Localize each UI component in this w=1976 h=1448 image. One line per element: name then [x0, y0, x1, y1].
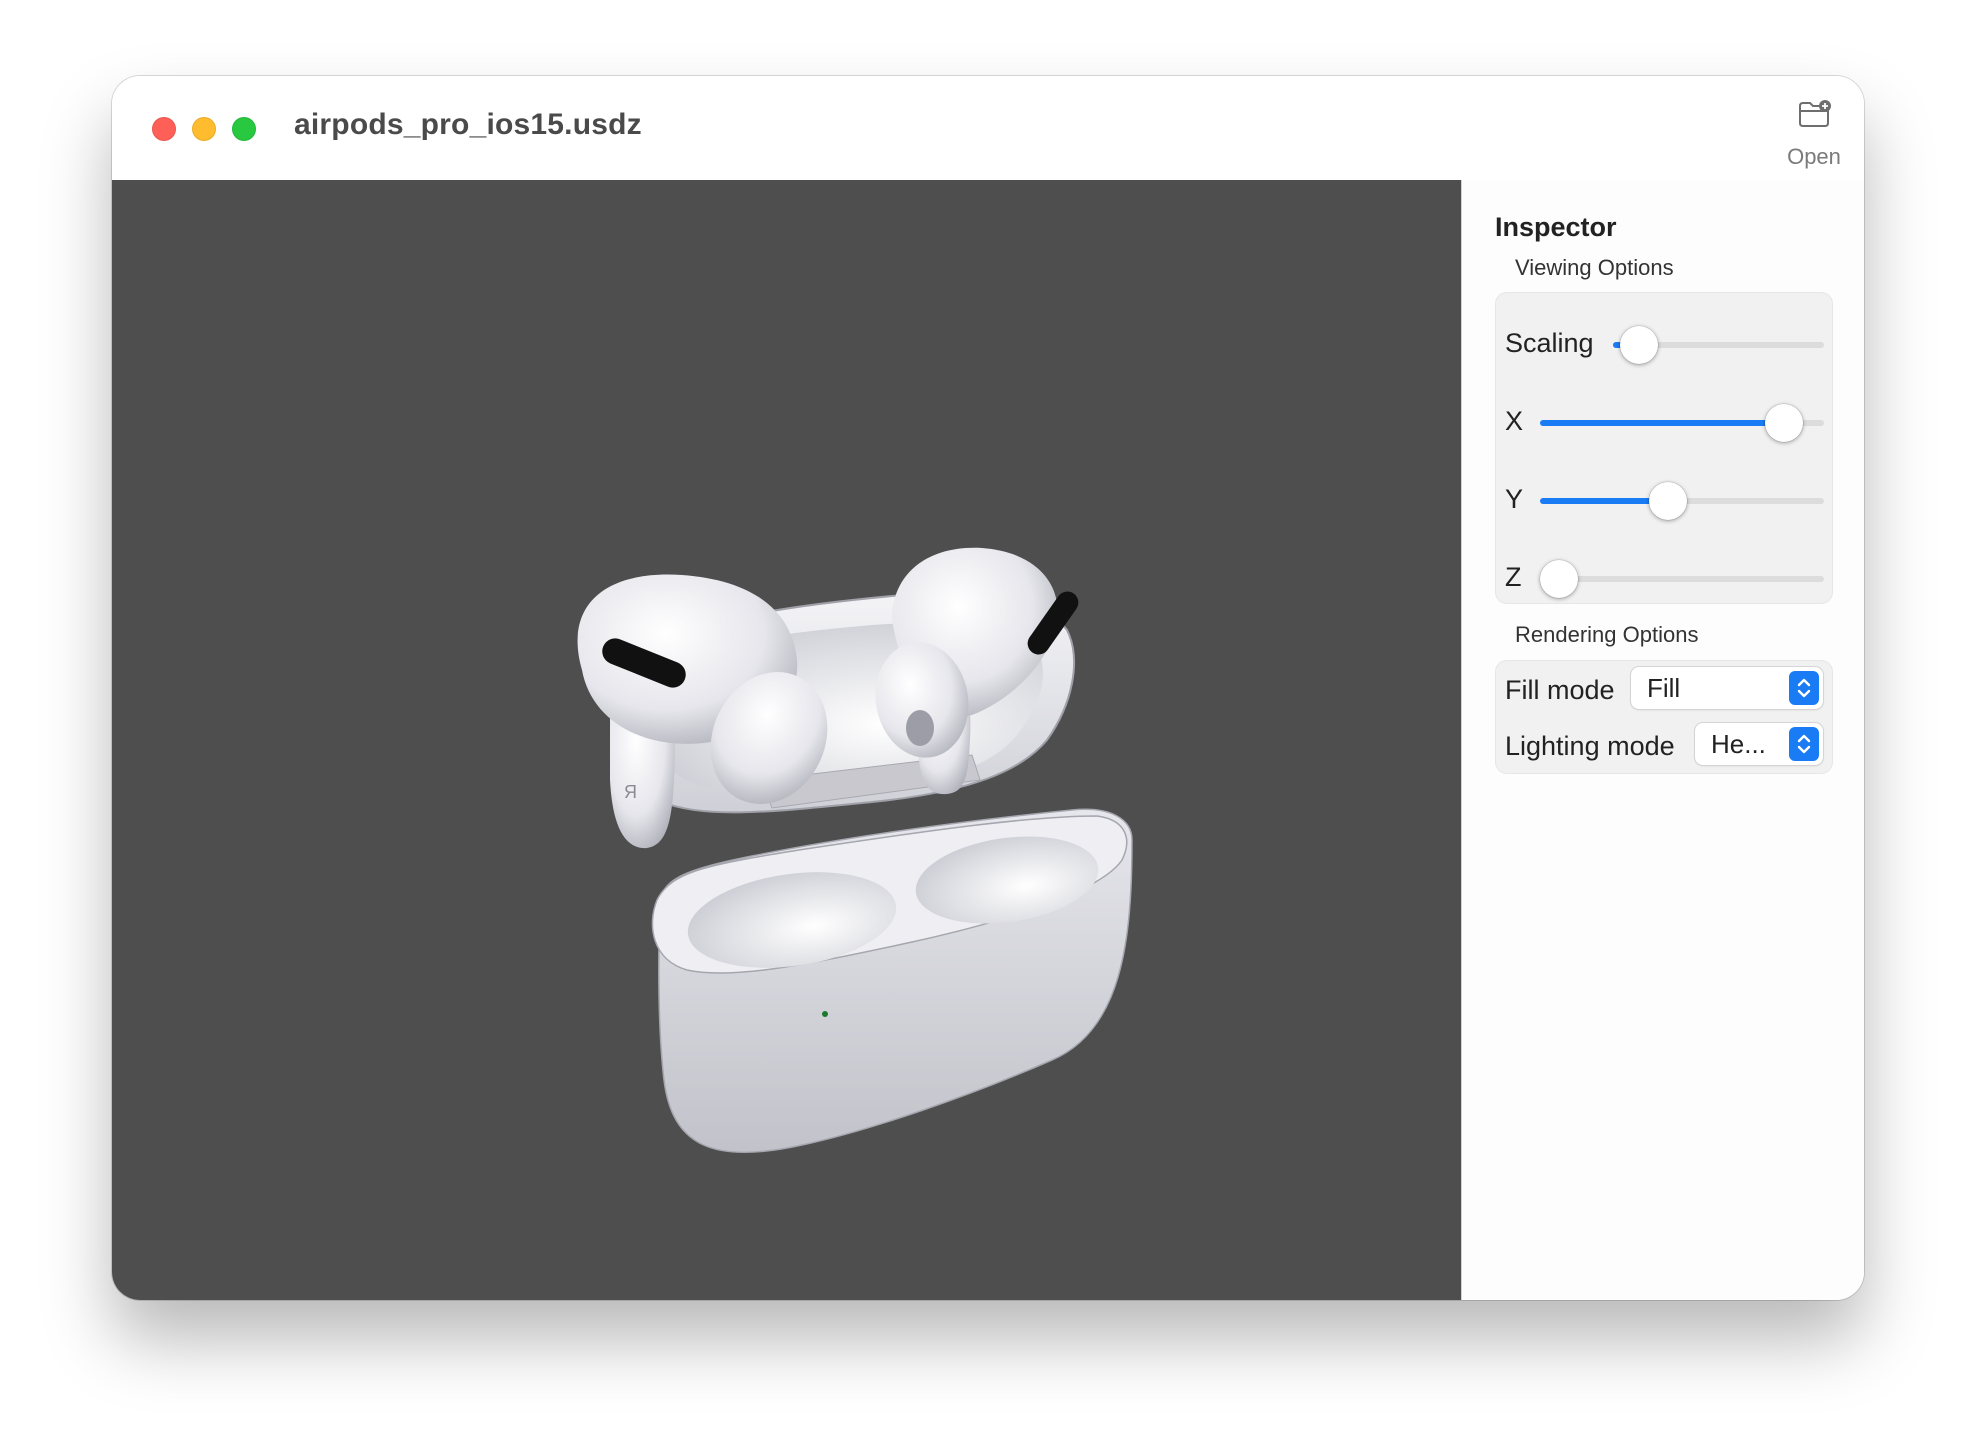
scaling-slider[interactable] — [1613, 326, 1824, 364]
minimize-window-button[interactable] — [192, 117, 216, 141]
z-label: Z — [1505, 562, 1522, 592]
viewing-options-group: Scaling X Y Z — [1495, 292, 1833, 604]
y-label: Y — [1505, 484, 1524, 514]
lighting-mode-chevron-icon — [1789, 727, 1819, 761]
window-title: airpods_pro_ios15.usdz — [294, 108, 642, 141]
y-slider-row: Y — [1496, 471, 1832, 531]
lighting-mode-row: Lighting mode He... — [1496, 719, 1832, 775]
lighting-mode-select[interactable]: He... — [1695, 723, 1823, 765]
z-slider-row: Z — [1496, 549, 1832, 609]
title-bar: airpods_pro_ios15.usdz Open — [112, 76, 1864, 180]
fill-mode-select[interactable]: Fill — [1631, 667, 1823, 709]
lighting-mode-value: He... — [1711, 729, 1766, 759]
x-slider-knob[interactable] — [1765, 404, 1803, 442]
app-window: airpods_pro_ios15.usdz Open R Inspector … — [112, 76, 1864, 1300]
scene-viewport[interactable]: R — [112, 180, 1461, 1300]
rendering-options-group: Fill mode Fill Lighting mode He... — [1495, 660, 1833, 774]
scaling-slider-row: Scaling — [1496, 315, 1832, 375]
scaling-slider-knob[interactable] — [1620, 326, 1658, 364]
lighting-mode-label: Lighting mode — [1505, 731, 1675, 761]
inspector-title: Inspector — [1495, 212, 1617, 242]
y-slider-knob[interactable] — [1649, 482, 1687, 520]
fill-mode-chevron-icon — [1789, 671, 1819, 705]
fill-mode-label: Fill mode — [1505, 675, 1615, 705]
inspector-panel: Inspector Viewing Options Scaling X Y Z … — [1461, 180, 1864, 1300]
rendering-options-label: Rendering Options — [1515, 622, 1699, 647]
x-slider-row: X — [1496, 393, 1832, 453]
zoom-window-button[interactable] — [232, 117, 256, 141]
close-window-button[interactable] — [152, 117, 176, 141]
viewing-options-label: Viewing Options — [1515, 255, 1674, 280]
case-mark-label: R — [624, 782, 637, 802]
fill-mode-value: Fill — [1647, 673, 1681, 703]
x-label: X — [1505, 406, 1524, 436]
open-button[interactable]: Open — [1772, 94, 1856, 174]
scaling-label: Scaling — [1505, 328, 1594, 358]
airpods-model: R — [577, 547, 1133, 1154]
z-slider[interactable] — [1540, 560, 1824, 598]
folder-plus-icon — [1799, 100, 1831, 127]
open-button-label: Open — [1787, 144, 1841, 169]
y-slider[interactable] — [1540, 482, 1824, 520]
z-slider-knob[interactable] — [1540, 560, 1578, 598]
x-slider[interactable] — [1540, 404, 1824, 442]
fill-mode-row: Fill mode Fill — [1496, 663, 1832, 719]
